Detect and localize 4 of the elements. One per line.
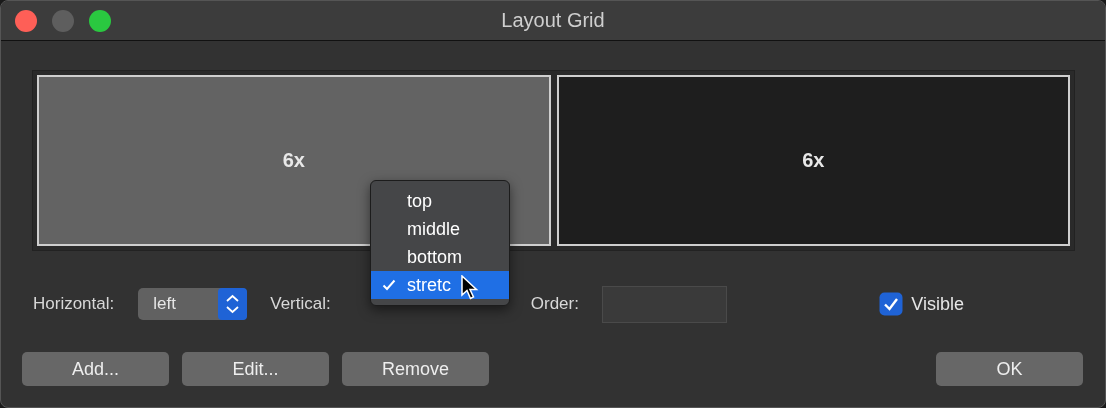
order-label: Order: [530, 294, 579, 314]
window-title: Layout Grid [501, 9, 605, 32]
vertical-label: Vertical: [270, 294, 331, 314]
horizontal-label: Horizontal: [33, 294, 115, 314]
